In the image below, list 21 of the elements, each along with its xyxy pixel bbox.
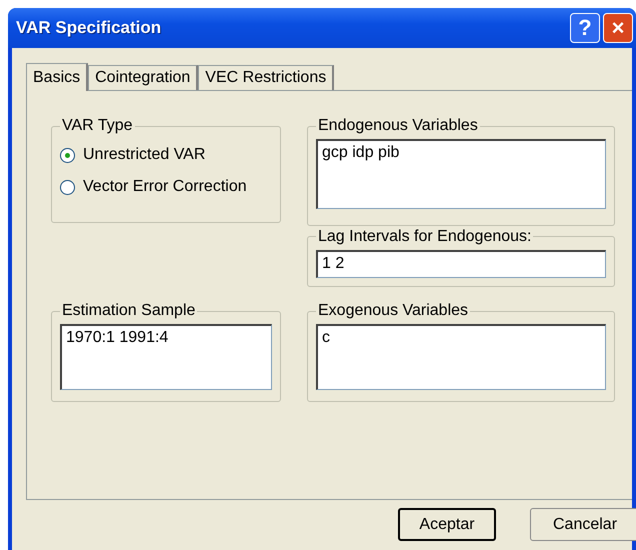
radio-label: Vector Error Correction [83,178,247,196]
group-title: Lag Intervals for Endogenous: [317,228,532,246]
tab[interactable]: Cointegration [88,65,198,90]
sample-field[interactable]: 1970:1 1991:4 [60,324,272,390]
radio-button[interactable] [60,180,75,194]
close-button[interactable]: × [603,13,633,43]
window-title: VAR Specification [16,18,162,38]
radio-label: Unrestricted VAR [83,146,206,164]
group-title: Exogenous Variables [317,302,470,320]
help-button[interactable]: ? [570,13,600,43]
tab[interactable]: Basics [26,63,88,91]
group-title: Endogenous Variables [317,117,479,135]
lag-field[interactable]: 1 2 [316,250,606,278]
radio-button[interactable] [60,148,75,162]
tab[interactable]: VEC Restrictions [198,65,334,90]
endogenous-field[interactable]: gcp idp pib [316,139,606,209]
exogenous-field[interactable]: c [316,324,606,390]
group-title: Estimation Sample [61,302,196,320]
cancel-button[interactable]: Cancelar [530,508,636,541]
group-title: VAR Type [61,117,134,135]
ok-button[interactable]: Aceptar [398,508,496,541]
